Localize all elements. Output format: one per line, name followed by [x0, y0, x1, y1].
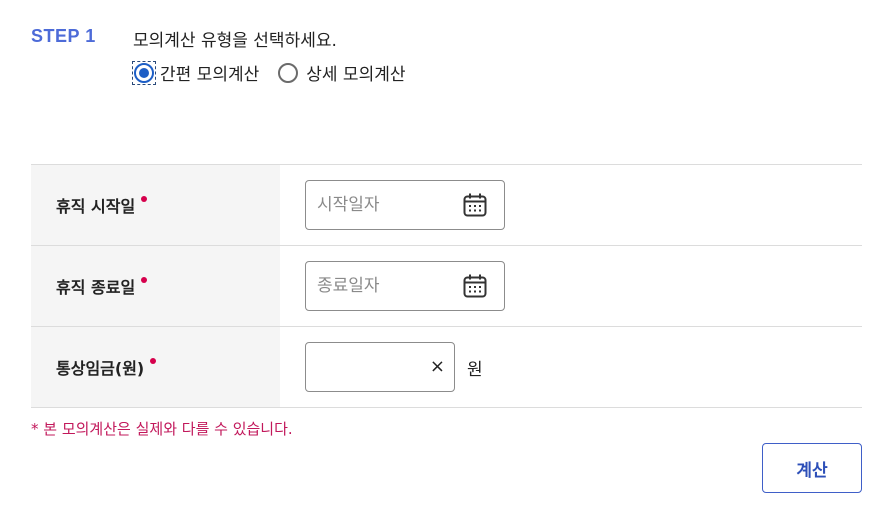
leave-end-date-input[interactable]	[317, 276, 447, 296]
form-row-leave-start: 휴직 시작일	[31, 165, 862, 246]
page: STEP 1 모의계산 유형을 선택하세요. 간편 모의계산 상세 모의계산 휴…	[0, 0, 874, 511]
form-field-wage: × 원	[280, 327, 862, 407]
radio-detailed-calc-label: 상세 모의계산	[306, 65, 406, 85]
calculate-button[interactable]: 계산	[762, 443, 862, 493]
form-label-leave-start: 휴직 시작일	[31, 165, 280, 245]
disclaimer-notice: * 본 모의계산은 실제와 다를 수 있습니다.	[31, 420, 293, 438]
focus-ring	[132, 60, 156, 85]
wage-input[interactable]: ×	[305, 342, 455, 392]
step-label: STEP 1	[31, 26, 96, 46]
form-row-wage: 통상임금(원) × 원	[31, 327, 862, 408]
form-row-leave-end: 휴직 종료일	[31, 246, 862, 327]
form-label-wage: 통상임금(원)	[31, 327, 280, 407]
form-field-leave-end	[280, 246, 862, 326]
calc-type-radio-group: 간편 모의계산 상세 모의계산	[132, 60, 406, 85]
form-field-leave-start	[280, 165, 862, 245]
calendar-icon[interactable]	[462, 192, 488, 218]
wage-label: 통상임금(원)	[56, 359, 145, 378]
calendar-icon[interactable]	[462, 273, 488, 299]
radio-simple-calc[interactable]: 간편 모의계산	[132, 60, 259, 85]
leave-form-table: 휴직 시작일 시작일자 휴직 종료일 종료일자 통상임금(원) × 원	[31, 164, 862, 408]
leave-end-date-box[interactable]	[305, 261, 505, 311]
leave-start-date-box[interactable]	[305, 180, 505, 230]
radio-unchecked-icon[interactable]	[278, 62, 299, 83]
leave-start-label: 휴직 시작일	[56, 197, 136, 216]
radio-simple-calc-label: 간편 모의계산	[160, 65, 260, 85]
required-dot-icon	[141, 196, 148, 202]
leave-start-date-input[interactable]	[317, 195, 447, 215]
required-dot-icon	[141, 277, 148, 283]
leave-end-label: 휴직 종료일	[56, 278, 136, 297]
wage-unit: 원	[467, 359, 483, 380]
form-label-leave-end: 휴직 종료일	[31, 246, 280, 326]
radio-checked-icon[interactable]	[134, 62, 154, 83]
step-title: 모의계산 유형을 선택하세요.	[133, 31, 337, 51]
required-dot-icon	[150, 358, 157, 364]
clear-icon[interactable]: ×	[430, 358, 445, 376]
radio-detailed-calc[interactable]: 상세 모의계산	[278, 60, 406, 85]
